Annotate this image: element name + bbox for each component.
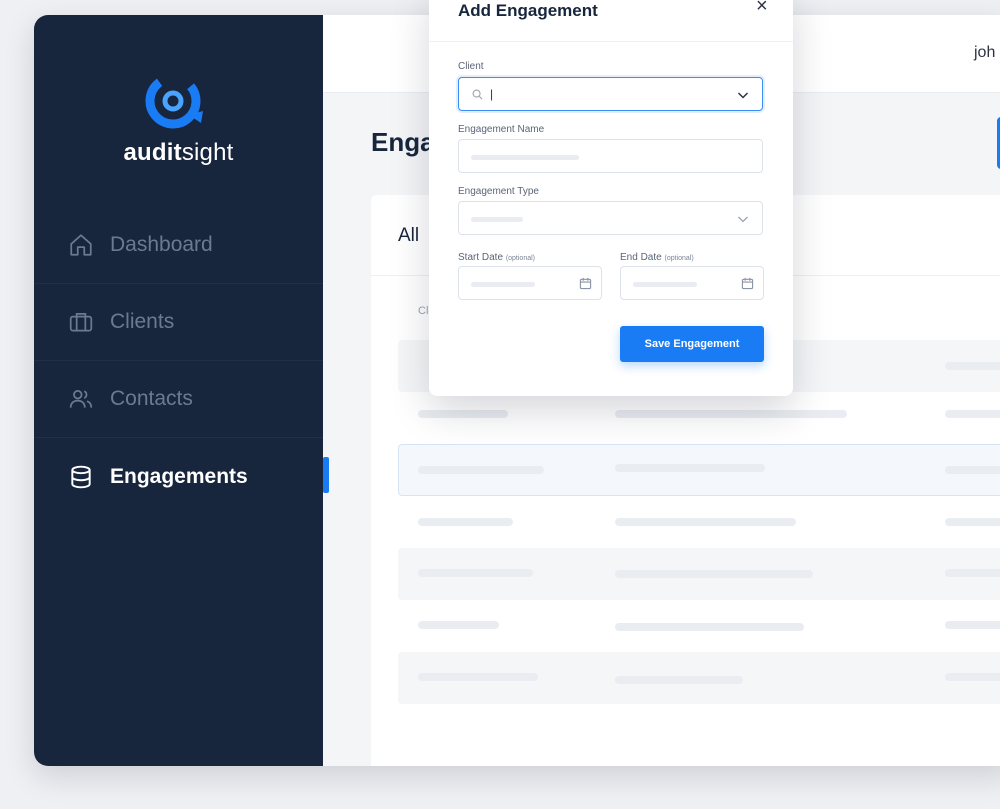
engagement-name-label: Engagement Name: [458, 124, 545, 135]
modal-title: Add Engagement: [458, 1, 598, 20]
briefcase-icon: [69, 313, 93, 332]
sidebar-item-label: Dashboard: [110, 233, 213, 256]
close-icon[interactable]: ×: [756, 0, 768, 16]
client-select[interactable]: |: [458, 77, 763, 111]
sidebar-item-clients[interactable]: Clients: [34, 284, 323, 361]
sidebar-item-label: Engagements: [110, 464, 248, 488]
logo: auditsight: [34, 71, 323, 167]
users-icon: [69, 390, 93, 408]
save-engagement-button[interactable]: Save Engagement: [620, 326, 764, 362]
sidebar-item-label: Clients: [110, 310, 175, 333]
add-engagement-modal: Add Engagement × Client | Engagement Nam…: [429, 0, 793, 396]
logo-text: auditsight: [123, 139, 234, 166]
tab-all[interactable]: All: [398, 225, 419, 247]
calendar-icon[interactable]: [741, 277, 754, 290]
sidebar-item-engagements[interactable]: Engagements: [34, 438, 323, 515]
sidebar: auditsight Dashboard Clients Contacts En…: [34, 15, 323, 766]
end-date-field[interactable]: [620, 266, 764, 300]
sidebar-item-contacts[interactable]: Contacts: [34, 361, 323, 438]
table-row[interactable]: [398, 600, 1000, 652]
page-title: Enga: [371, 127, 435, 157]
start-date-field[interactable]: [458, 266, 602, 300]
active-nav-indicator: [323, 457, 329, 493]
engagement-type-select[interactable]: [458, 201, 763, 235]
home-icon: [70, 234, 92, 256]
start-date-label: Start Date (optional): [458, 252, 535, 263]
modal-divider: [429, 41, 793, 42]
database-icon: [71, 465, 91, 488]
table-row[interactable]: [398, 392, 1000, 444]
engagement-type-label: Engagement Type: [458, 186, 539, 197]
chevron-down-icon[interactable]: [737, 89, 749, 101]
engagement-name-field[interactable]: [458, 139, 763, 173]
chevron-down-icon[interactable]: [737, 213, 749, 225]
client-input-value[interactable]: |: [490, 87, 493, 101]
calendar-icon[interactable]: [579, 277, 592, 290]
client-label: Client: [458, 61, 484, 72]
table-row[interactable]: [398, 496, 1000, 548]
column-header: Cl: [418, 305, 429, 317]
auditsight-logo-icon: [145, 73, 203, 129]
sidebar-item-dashboard[interactable]: Dashboard: [34, 207, 323, 284]
end-date-label: End Date (optional): [620, 252, 694, 263]
table-row[interactable]: [398, 652, 1000, 704]
table-row[interactable]: [398, 548, 1000, 600]
table-row[interactable]: [398, 444, 1000, 496]
search-icon: [472, 89, 483, 100]
sidebar-nav: Dashboard Clients Contacts Engagements: [34, 207, 323, 515]
sidebar-item-label: Contacts: [110, 387, 193, 410]
user-name[interactable]: joh: [974, 44, 995, 62]
